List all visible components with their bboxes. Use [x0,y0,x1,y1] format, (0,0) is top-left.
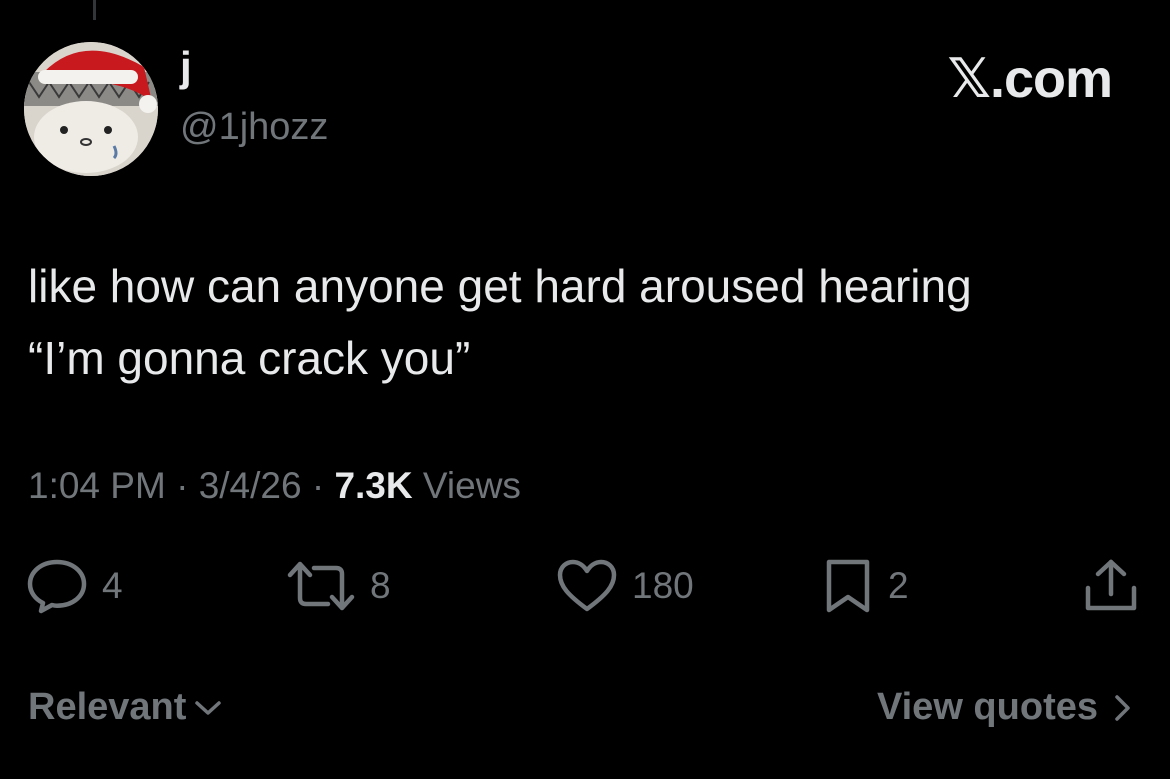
share-icon [1085,559,1137,611]
repost-icon [287,561,355,611]
avatar[interactable] [24,42,158,176]
reply-count: 4 [102,565,123,606]
bookmark-icon [826,559,870,613]
chevron-down-icon [195,700,222,715]
sort-replies-button[interactable]: Relevant [28,686,222,729]
thread-connector-line [93,0,96,20]
view-quotes-button[interactable]: View quotes [877,686,1134,729]
bookmark-button[interactable]: 2 [822,556,909,616]
meta-separator: · [311,465,325,506]
sort-label: Relevant [28,686,187,728]
avatar-image [24,42,158,176]
reply-icon [27,559,87,614]
repost-count: 8 [370,565,391,606]
chevron-right-icon [1115,694,1130,721]
meta-separator: · [176,465,189,506]
views-count[interactable]: 7.3K [334,465,412,506]
post-metadata: 1:04 PM · 3/4/26 · 7.3K Views [28,462,521,510]
like-count: 180 [632,565,694,606]
heart-icon [557,559,617,612]
repost-button[interactable]: 8 [286,556,391,616]
view-quotes-label: View quotes [876,686,1098,728]
post-date[interactable]: 3/4/26 [199,465,302,506]
brand-watermark: 𝕏.com [947,49,1113,109]
action-bar: 4 8 180 2 [0,556,1170,616]
share-button[interactable] [1082,556,1140,616]
post-time[interactable]: 1:04 PM [28,465,166,506]
reply-button[interactable]: 4 [26,556,123,616]
author-display-name[interactable]: j [180,46,192,88]
views-label[interactable]: Views [423,465,521,506]
bookmark-count: 2 [888,565,909,606]
author-handle[interactable]: @1jhozz [180,108,328,146]
like-button[interactable]: 180 [556,556,694,616]
post-text: like how can anyone get hard aroused hea… [28,260,972,384]
